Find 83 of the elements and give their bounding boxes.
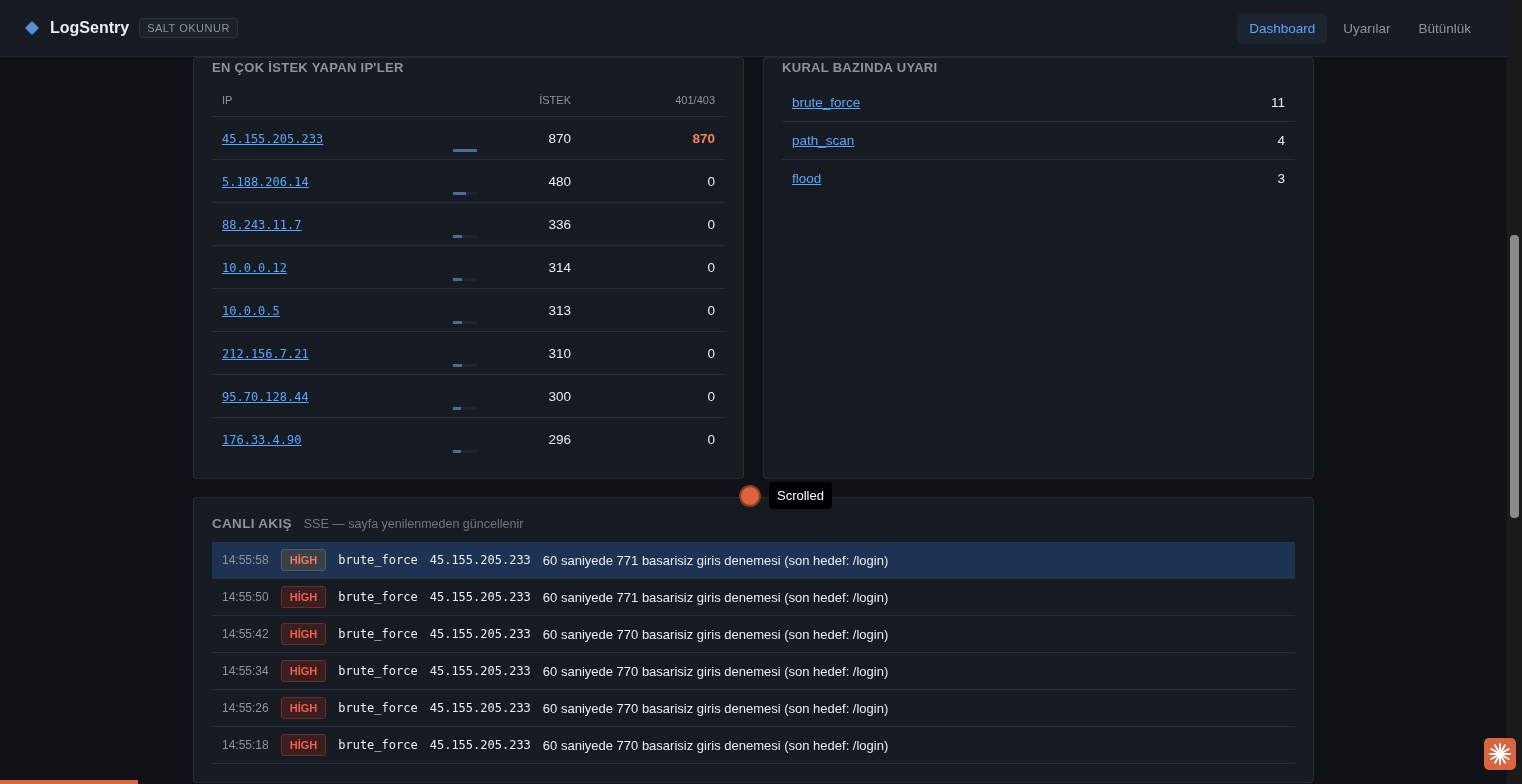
feed-row[interactable]: 14:55:42 HİGH brute_force 45.155.205.233 60 saniyede 770 basarisiz giris denemesi (son hedef: /login) [212, 616, 1295, 653]
ip-link[interactable]: 95.70.128.44 [222, 390, 309, 404]
panel-title: EN ÇOK İSTEK YAPAN IP'LER [212, 59, 405, 77]
rule-name: brute_force [338, 701, 418, 715]
rule-name: brute_force [338, 553, 418, 567]
event-time: 14:55:58 [222, 553, 269, 567]
auth-fail-count: 0 [707, 431, 715, 447]
feed-row[interactable]: 14:55:26 HİGH brute_force 45.155.205.233 60 saniyede 770 basarisiz giris denemesi (son hedef: /login) [212, 690, 1295, 727]
ip-link[interactable]: 45.155.205.233 [222, 132, 324, 146]
feed-row[interactable]: 14:55:50 HİGH brute_force 45.155.205.233 60 saniyede 771 basarisiz giris denemesi (son hedef: /login) [212, 579, 1295, 616]
source-ip: 45.155.205.233 [429, 701, 531, 715]
auth-fail-count: 870 [692, 130, 715, 146]
feed-row[interactable]: 14:55:18 HİGH brute_force 45.155.205.233 60 saniyede 770 basarisiz giris denemesi (son hedef: /login) [212, 727, 1295, 764]
event-message: 60 saniyede 770 basarisiz giris denemesi (son hedef: /login) [542, 737, 889, 753]
auth-fail-count: 0 [707, 259, 715, 275]
severity-badge: HİGH [280, 623, 327, 645]
panel-title: KURAL BAZINDA UYARI [782, 59, 939, 77]
request-count: 296 [548, 431, 571, 447]
sparkle-app-icon[interactable] [1484, 738, 1516, 770]
tooltip: Scrolled [769, 482, 832, 509]
column-header: 401/403 [674, 94, 715, 106]
severity-badge: HİGH [280, 586, 327, 608]
nav-tab[interactable]: Bütünlük [1406, 12, 1483, 44]
auth-fail-count: 0 [707, 345, 715, 361]
rule-name: brute_force [338, 664, 418, 678]
alert-count: 4 [1277, 133, 1285, 148]
event-message: 60 saniyede 771 basarisiz giris denemesi (son hedef: /login) [542, 552, 889, 568]
nav-tab[interactable]: Uyarılar [1331, 12, 1403, 44]
severity-badge: HİGH [280, 734, 327, 756]
rule-name: brute_force [338, 738, 418, 752]
column-header: İSTEK [538, 94, 571, 106]
ip-link[interactable]: 88.243.11.7 [222, 218, 302, 232]
rule-link[interactable]: path_scan [792, 133, 855, 148]
alert-count: 11 [1271, 95, 1285, 110]
severity-badge: HİGH [280, 697, 327, 719]
source-ip: 45.155.205.233 [429, 553, 531, 567]
severity-badge: HİGH [280, 549, 327, 571]
panel-subtitle: SSE — sayfa yenilenmeden güncellenir [303, 517, 524, 531]
request-count: 313 [548, 302, 571, 318]
cursor-dot-icon [739, 484, 761, 507]
severity-badge: HİGH [280, 660, 327, 682]
request-count: 314 [548, 259, 571, 275]
request-count: 870 [548, 130, 571, 146]
source-ip: 45.155.205.233 [429, 627, 531, 641]
feed-row[interactable]: 14:55:58 HİGH brute_force 45.155.205.233 60 saniyede 771 basarisiz giris denemesi (son hedef: /login) [212, 542, 1295, 579]
request-count: 310 [548, 345, 571, 361]
event-time: 14:55:26 [222, 701, 269, 715]
auth-fail-count: 0 [707, 388, 715, 404]
feed-row[interactable]: 14:55:34 HİGH brute_force 45.155.205.233 60 saniyede 770 basarisiz giris denemesi (son hedef: /login) [212, 653, 1295, 690]
ip-link[interactable]: 10.0.0.12 [222, 261, 288, 275]
auth-fail-count: 0 [707, 302, 715, 318]
read-only-badge: SALT OKUNUR [139, 18, 238, 38]
ip-link[interactable]: 5.188.206.14 [222, 175, 309, 189]
request-count: 300 [548, 388, 571, 404]
event-time: 14:55:50 [222, 590, 269, 604]
event-message: 60 saniyede 770 basarisiz giris denemesi (son hedef: /login) [542, 663, 889, 679]
source-ip: 45.155.205.233 [429, 664, 531, 678]
panel-title: CANLI AKIŞ [212, 516, 292, 532]
ip-link[interactable]: 176.33.4.90 [222, 433, 302, 447]
rule-link[interactable]: brute_force [792, 95, 861, 110]
rule-name: brute_force [338, 590, 418, 604]
event-time: 14:55:34 [222, 664, 269, 678]
app-title: LogSentry [50, 19, 130, 37]
event-message: 60 saniyede 770 basarisiz giris denemesi (son hedef: /login) [542, 626, 889, 642]
alert-count: 3 [1277, 171, 1285, 186]
rule-name: brute_force [338, 627, 418, 641]
request-count: 480 [548, 173, 571, 189]
event-message: 60 saniyede 771 basarisiz giris denemesi (son hedef: /login) [542, 589, 889, 605]
ip-link[interactable]: 10.0.0.5 [222, 304, 280, 318]
source-ip: 45.155.205.233 [429, 590, 531, 604]
request-count: 336 [548, 216, 571, 232]
event-time: 14:55:42 [222, 627, 269, 641]
scrollbar[interactable] [1507, 0, 1522, 784]
rule-link[interactable]: flood [792, 171, 822, 186]
column-header: IP [222, 94, 234, 106]
ip-link[interactable]: 212.156.7.21 [222, 347, 309, 361]
event-time: 14:55:18 [222, 738, 269, 752]
source-ip: 45.155.205.233 [429, 738, 531, 752]
diamond-logo-icon [24, 20, 40, 36]
event-message: 60 saniyede 770 basarisiz giris denemesi (son hedef: /login) [542, 700, 889, 716]
nav-tab[interactable]: Dashboard [1237, 12, 1328, 44]
auth-fail-count: 0 [707, 173, 715, 189]
auth-fail-count: 0 [707, 216, 715, 232]
